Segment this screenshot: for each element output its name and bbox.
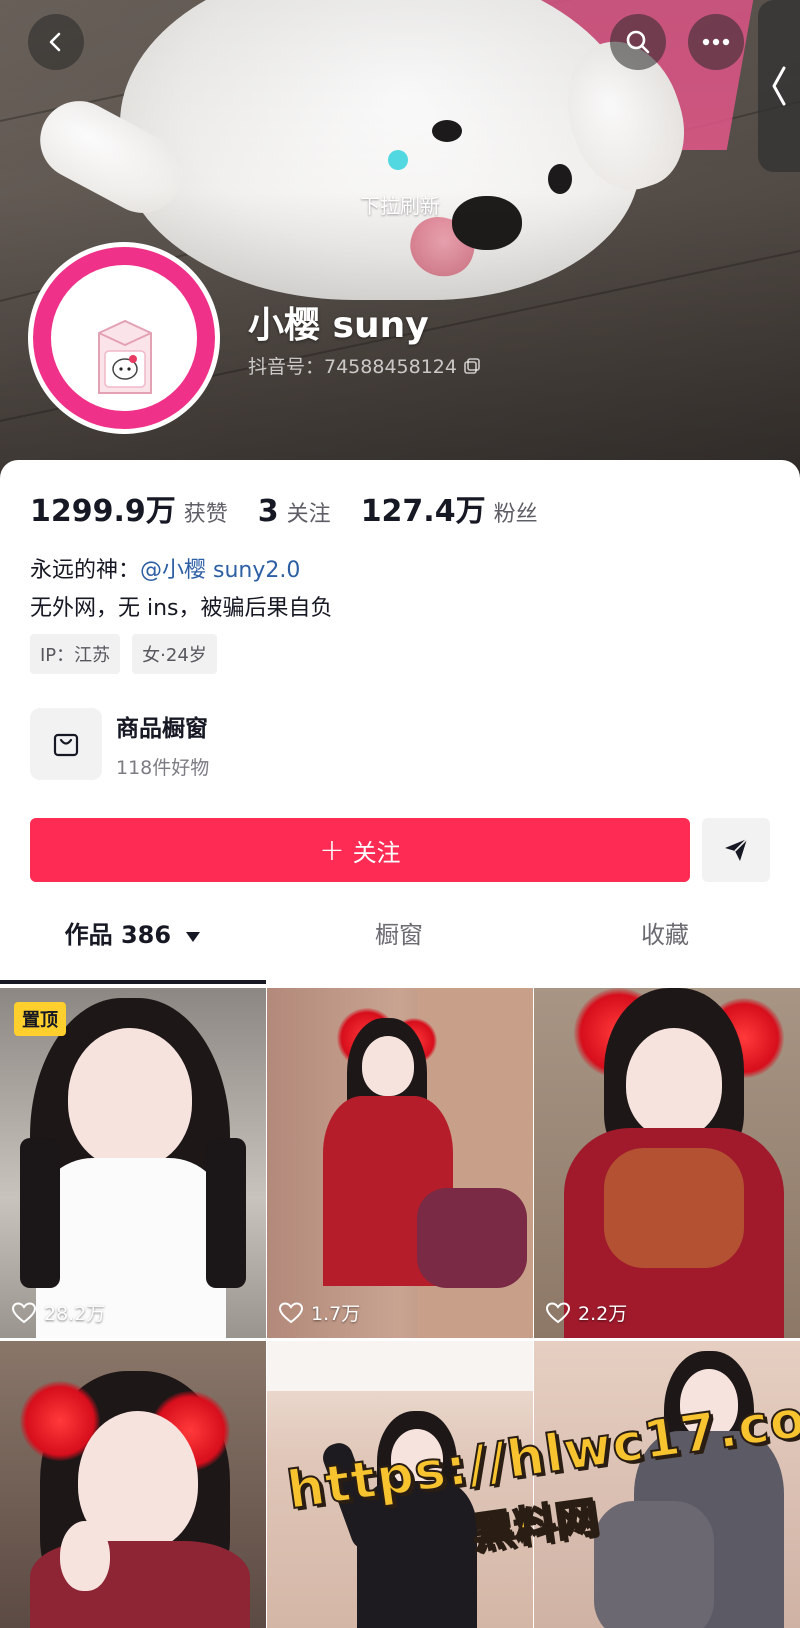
video-thumbnail[interactable]: 1.7万 xyxy=(267,988,533,1338)
heart-icon xyxy=(279,1301,303,1323)
tab-shop-window[interactable]: 橱窗 xyxy=(266,912,532,976)
douyin-id-row[interactable]: 抖音号：74588458124 xyxy=(248,352,481,379)
douyin-id-text: 抖音号：74588458124 xyxy=(248,356,457,378)
bio-line-1: 永远的神：@小樱 suny2.0 xyxy=(30,558,301,583)
dropdown-triangle-icon xyxy=(186,932,201,942)
video-likes: 28.2万 xyxy=(12,1299,105,1326)
video-likes: 1.7万 xyxy=(279,1299,360,1326)
active-tab-indicator xyxy=(0,980,266,984)
profile-stats: 1299.9万 获赞 3 关注 127.4万 粉丝 xyxy=(30,486,568,530)
stat-followers[interactable]: 127.4万 粉丝 xyxy=(361,486,538,530)
heart-icon xyxy=(546,1301,570,1323)
search-icon xyxy=(626,30,650,54)
tab-works[interactable]: 作品 386 xyxy=(0,912,266,976)
stat-following[interactable]: 3 关注 xyxy=(258,494,331,529)
bio-mention-link[interactable]: @小樱 suny2.0 xyxy=(140,558,300,583)
heart-icon xyxy=(12,1301,36,1323)
back-icon xyxy=(49,32,61,52)
stat-likes[interactable]: 1299.9万 获赞 xyxy=(30,486,228,530)
milk-carton-icon xyxy=(98,319,152,394)
profile-nickname: 小樱 suny xyxy=(248,305,429,346)
follow-button[interactable]: + 关注 xyxy=(30,818,690,882)
shopping-bag-icon xyxy=(53,733,79,757)
more-button[interactable] xyxy=(688,14,744,70)
back-button[interactable] xyxy=(28,14,84,70)
copy-icon[interactable] xyxy=(463,357,481,375)
video-thumbnail[interactable]: 2.2万 xyxy=(534,988,800,1338)
tag-ip-location: IP：江苏 xyxy=(30,634,121,674)
more-icon xyxy=(702,38,730,46)
bio-line-2: 无外网，无 ins，被骗后果自负 xyxy=(30,596,333,621)
video-thumbnail[interactable]: 置顶 28.2万 xyxy=(0,988,266,1338)
follow-label: 关注 xyxy=(352,838,401,867)
shop-title: 商品橱窗 xyxy=(116,715,208,742)
side-drawer-chevron-icon xyxy=(772,66,786,106)
side-drawer-handle[interactable] xyxy=(758,0,800,172)
shop-window-entry[interactable]: 商品橱窗 118件好物 xyxy=(30,708,209,780)
video-likes: 2.2万 xyxy=(546,1299,627,1326)
live-ring: 直播 xyxy=(33,247,215,429)
video-thumbnail[interactable] xyxy=(0,1341,266,1628)
content-tabs: 作品 386 橱窗 收藏 xyxy=(0,912,800,976)
avatar[interactable]: 直播 xyxy=(28,242,220,434)
live-badge: 直播 xyxy=(107,275,147,299)
pinned-badge: 置顶 xyxy=(14,1002,66,1036)
search-button[interactable] xyxy=(610,14,666,70)
tag-gender-age: 女·24岁 xyxy=(132,634,217,674)
shop-subtitle: 118件好物 xyxy=(116,756,210,779)
share-send-icon xyxy=(725,838,748,861)
pull-refresh-text: 下拉刷新 xyxy=(360,194,440,218)
refresh-indicator xyxy=(388,150,408,170)
tab-favorites[interactable]: 收藏 xyxy=(532,912,798,976)
plus-icon: + xyxy=(319,832,345,868)
profile-tags: IP：江苏 女·24岁 xyxy=(30,634,217,674)
share-button[interactable] xyxy=(702,818,770,882)
